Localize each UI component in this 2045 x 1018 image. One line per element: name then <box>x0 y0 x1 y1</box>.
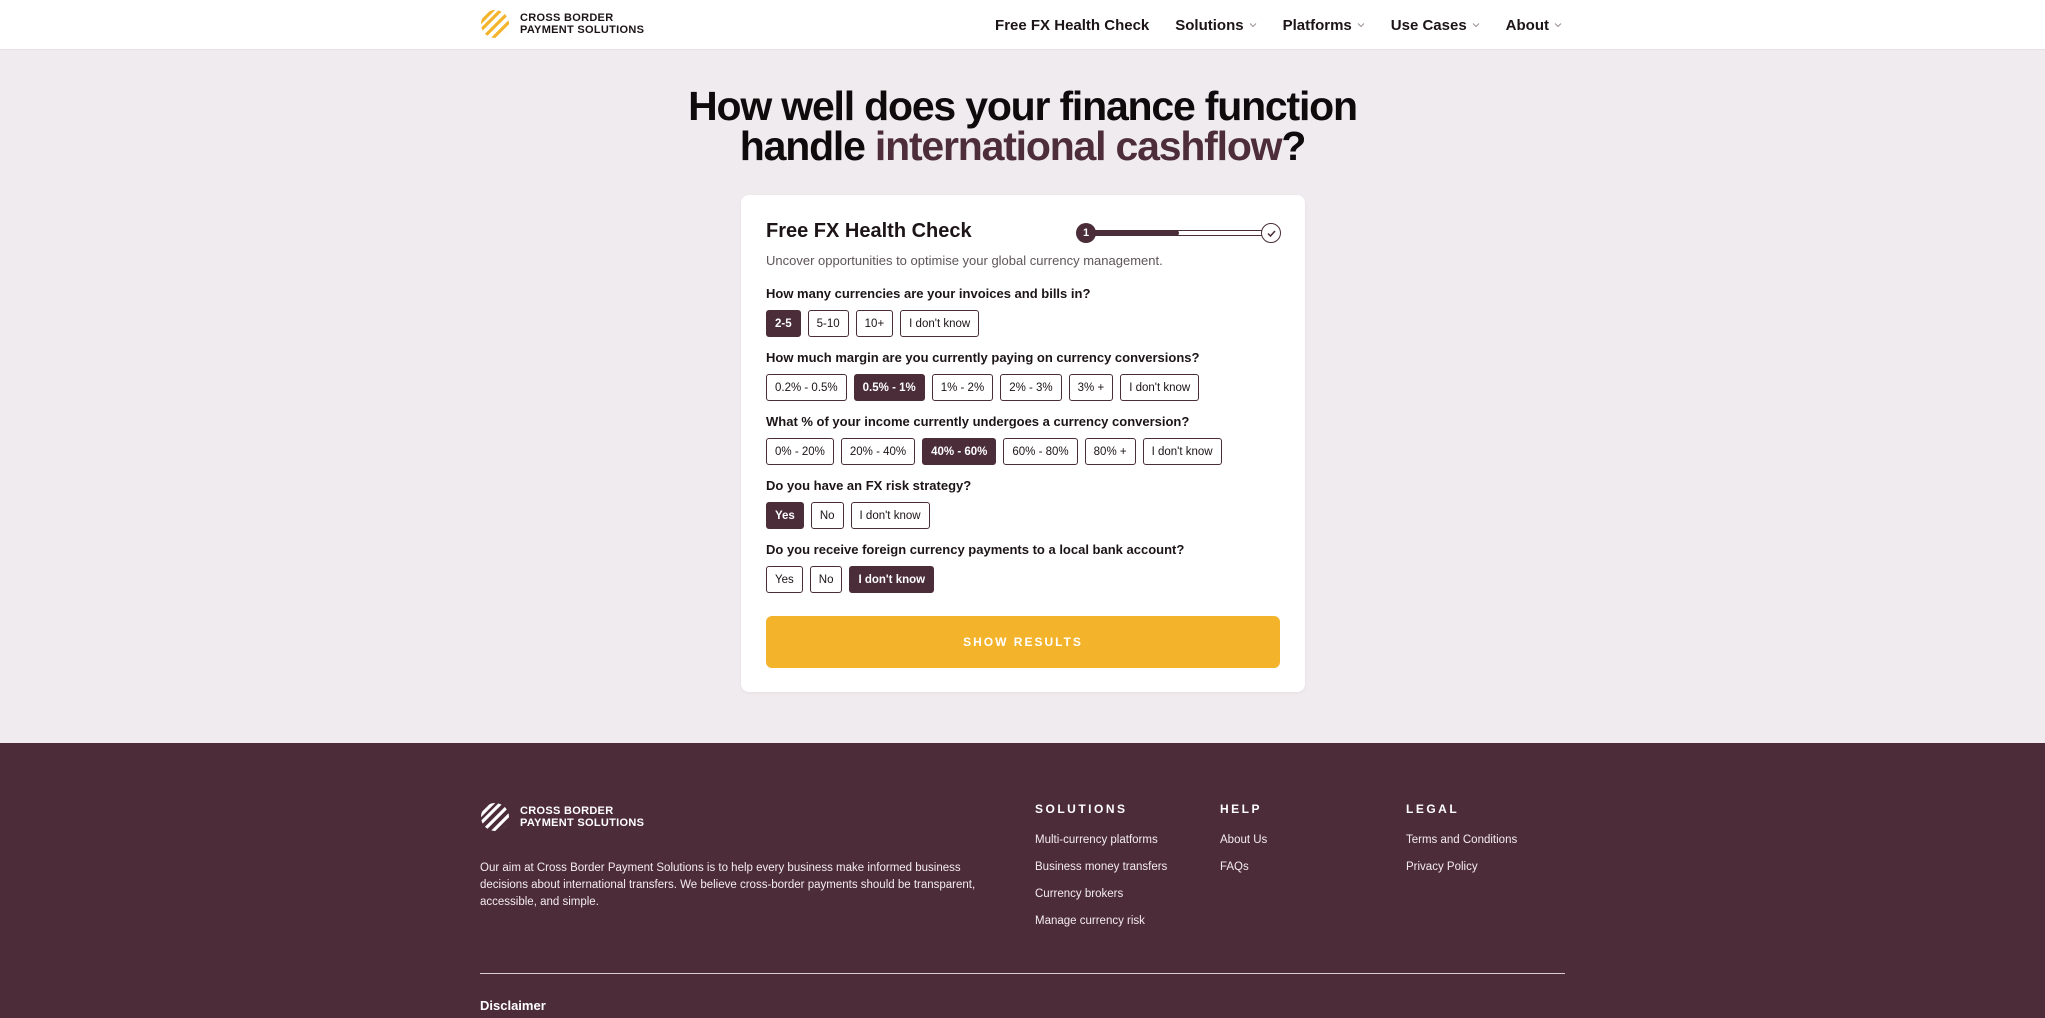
nav-label: About <box>1505 16 1549 34</box>
nav-label: Use Cases <box>1390 16 1467 34</box>
title-line-1: How well does your finance function <box>688 83 1358 129</box>
logo-mark-icon <box>481 10 509 38</box>
option-button[interactable]: I don't know <box>1120 374 1200 401</box>
option-button[interactable]: I don't know <box>850 502 930 529</box>
chevron-down-icon <box>1554 23 1562 28</box>
progress-fill <box>1086 230 1179 236</box>
card-title: Free FX Health Check <box>766 220 972 242</box>
option-button[interactable]: 3% + <box>1068 374 1114 401</box>
option-button[interactable]: I don't know <box>900 310 980 337</box>
fx-health-check-card: Free FX Health Check 1 Uncover opportuni… <box>741 195 1305 692</box>
title-line-2-post: ? <box>1281 123 1306 169</box>
footer-column-heading: SOLUTIONS <box>1035 802 1128 816</box>
footer-link[interactable]: Currency brokers <box>1035 888 1167 900</box>
footer-brand-line-2: PAYMENT SOLUTIONS <box>520 817 645 829</box>
nav-free-fx-health-check[interactable]: Free FX Health Check <box>995 17 1149 34</box>
option-button[interactable]: 80% + <box>1084 438 1136 465</box>
footer-divider <box>480 973 1565 974</box>
site-header: CROSS BORDER PAYMENT SOLUTIONS Free FX H… <box>0 0 2045 50</box>
nav-label: Solutions <box>1175 16 1244 34</box>
chevron-down-icon <box>1249 23 1256 28</box>
footer-link[interactable]: About Us <box>1220 834 1267 846</box>
title-line-2-pre: handle <box>739 123 875 169</box>
option-button[interactable]: 1% - 2% <box>931 374 994 401</box>
option-button[interactable]: No <box>810 502 844 529</box>
option-button[interactable]: 60% - 80% <box>1003 438 1078 465</box>
brand-line-1: CROSS BORDER <box>520 12 614 24</box>
check-icon <box>1266 229 1276 237</box>
title-accent: international cashflow <box>874 123 1283 169</box>
question-label: Do you receive foreign currency payments… <box>766 542 1185 557</box>
option-button[interactable]: 10+ <box>855 310 894 337</box>
footer-column-solutions: SOLUTIONS Multi-currency platforms Busines… <box>1035 802 1167 942</box>
question-options: 0% - 20% 20% - 40% 40% - 60% 60% - 80% 80% +… <box>766 438 1222 465</box>
option-button[interactable]: 0% - 20% <box>766 438 834 465</box>
question-label: What % of your income currently undergoe… <box>766 414 1190 429</box>
question-options: Yes No I don't know <box>766 566 935 593</box>
question-options: 0.2% - 0.5% 0.5% - 1% 1% - 2% 2% - 3% 3% + I … <box>766 374 1200 401</box>
option-button[interactable]: 0.5% - 1% <box>853 374 925 401</box>
footer-link[interactable]: Manage currency risk <box>1035 915 1167 927</box>
logo-mark-icon <box>481 803 509 831</box>
site-footer: CROSS BORDER PAYMENT SOLUTIONS Our aim a… <box>0 743 2045 1018</box>
option-button[interactable]: 2-5 <box>766 310 801 337</box>
question-label: How much margin are you currently paying… <box>766 350 1200 365</box>
nav-solutions[interactable]: Solutions <box>1175 17 1256 34</box>
brand-logo[interactable]: CROSS BORDER PAYMENT SOLUTIONS <box>480 9 644 39</box>
footer-about-text: Our aim at Cross Border Payment Solution… <box>480 862 976 908</box>
progress-complete-marker <box>1261 223 1281 243</box>
chevron-down-icon <box>1472 23 1480 28</box>
chevron-down-icon <box>1357 23 1365 28</box>
footer-column-heading: HELP <box>1220 802 1263 816</box>
option-button[interactable]: 5-10 <box>807 310 849 337</box>
brand-line-2: PAYMENT SOLUTIONS <box>520 24 645 36</box>
option-button[interactable]: 40% - 60% <box>922 438 997 465</box>
nav-platforms[interactable]: Platforms <box>1283 17 1365 34</box>
show-results-button[interactable]: SHOW RESULTS <box>766 616 1280 668</box>
footer-column-heading: LEGAL <box>1406 802 1460 816</box>
question-options: 2-5 5-10 10+ I don't know <box>766 310 980 337</box>
footer-column-legal: LEGAL Terms and Conditions Privacy Policy <box>1406 802 1517 888</box>
footer-link[interactable]: FAQs <box>1220 861 1267 873</box>
footer-brand-line-1: CROSS BORDER <box>520 805 614 817</box>
footer-logo[interactable]: CROSS BORDER PAYMENT SOLUTIONS <box>480 802 644 832</box>
footer-disclaimer-heading: Disclaimer <box>480 998 546 1013</box>
option-button[interactable]: I don't know <box>849 566 935 593</box>
question-label: Do you have an FX risk strategy? <box>766 478 972 493</box>
progress-indicator: 1 <box>1076 222 1281 244</box>
nav-about[interactable]: About <box>1506 17 1562 34</box>
option-button[interactable]: 0.2% - 0.5% <box>766 374 847 401</box>
nav-label: Free FX Health Check <box>995 16 1150 34</box>
option-button[interactable]: No <box>809 566 843 593</box>
option-button[interactable]: I don't know <box>1142 438 1222 465</box>
footer-link[interactable]: Multi-currency platforms <box>1035 834 1167 846</box>
progress-step-badge: 1 <box>1076 223 1096 243</box>
question-label: How many currencies are your invoices an… <box>766 286 1091 301</box>
card-subtitle: Uncover opportunities to optimise your g… <box>766 253 1163 268</box>
main-nav: Free FX Health Check Solutions Platforms Us… <box>995 0 1562 50</box>
nav-use-cases[interactable]: Use Cases <box>1391 17 1480 34</box>
option-button[interactable]: Yes <box>766 566 803 593</box>
nav-label: Platforms <box>1282 16 1352 34</box>
footer-column-help: HELP About Us FAQs <box>1220 802 1267 888</box>
footer-link[interactable]: Privacy Policy <box>1406 861 1517 873</box>
option-button[interactable]: 20% - 40% <box>840 438 916 465</box>
footer-link[interactable]: Business money transfers <box>1035 861 1167 873</box>
option-button[interactable]: Yes <box>766 502 804 529</box>
question-options: Yes No I don't know <box>766 502 930 529</box>
page-title: How well does your finance function hand… <box>0 83 2045 169</box>
footer-link[interactable]: Terms and Conditions <box>1406 834 1517 846</box>
option-button[interactable]: 2% - 3% <box>1000 374 1062 401</box>
